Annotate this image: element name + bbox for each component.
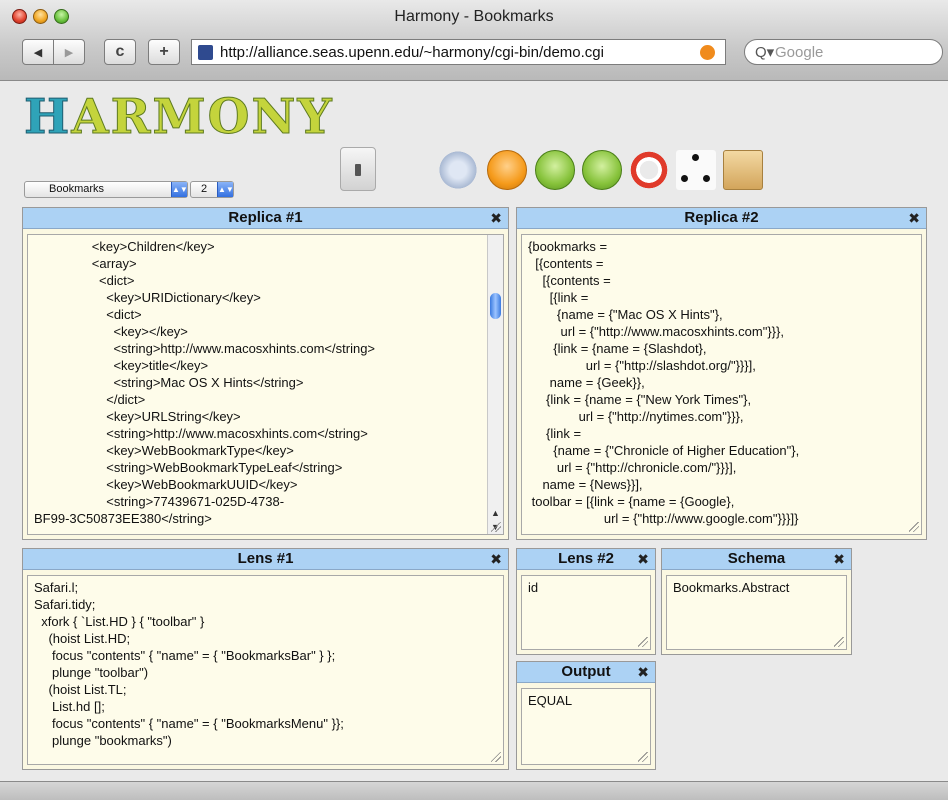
browser-window: Harmony - Bookmarks ◀ ▶ c + http://allia…: [0, 0, 948, 800]
pane-title: Schema: [727, 550, 786, 567]
replica-1-text: <key>Children</key> <array> <dict> <key>…: [34, 239, 376, 526]
close-pane-icon[interactable]: ✖: [637, 662, 649, 682]
resize-grip-icon[interactable]: [491, 522, 501, 532]
address-bar[interactable]: http://alliance.seas.upenn.edu/~harmony/…: [191, 39, 726, 65]
sync-arrow-icon[interactable]: [487, 150, 527, 190]
pane-header: Lens #2 ✖: [517, 549, 655, 570]
schema-text: Bookmarks.Abstract: [673, 580, 790, 595]
lens-1-text: Safari.l; Safari.tidy; xfork { `List.HD …: [34, 580, 344, 748]
pane-header: Replica #1 ✖: [23, 208, 508, 229]
window-title: Harmony - Bookmarks: [394, 8, 554, 25]
harmony-logo: HARMONY: [23, 89, 334, 146]
page-content: HARMONY Bookmarks ▲▼ 2 ▲▼ Replica #1 ✖ <…: [0, 81, 948, 781]
close-pane-icon[interactable]: ✖: [490, 208, 502, 228]
search-field[interactable]: Q▾ Google: [744, 39, 943, 65]
resize-grip-icon[interactable]: [638, 637, 648, 647]
tree-diagram-icon[interactable]: [676, 150, 716, 190]
forward-arrow-icon: ▶: [64, 46, 74, 59]
lens-2-text: id: [528, 580, 539, 595]
settings-gear-icon[interactable]: [438, 150, 478, 190]
site-favicon-icon: [198, 45, 213, 60]
pane-title: Output: [561, 663, 611, 680]
next-arrow-icon[interactable]: [582, 150, 622, 190]
help-lifebuoy-icon[interactable]: [629, 150, 669, 190]
previous-arrow-icon[interactable]: [535, 150, 575, 190]
lens-1-textarea[interactable]: Safari.l; Safari.tidy; xfork { `List.HD …: [27, 575, 504, 765]
pane-title: Lens #1: [237, 550, 294, 567]
vertical-scrollbar[interactable]: ▲ ▼: [487, 235, 503, 534]
close-pane-icon[interactable]: ✖: [490, 549, 502, 569]
output-text: EQUAL: [528, 693, 573, 708]
search-placeholder: Google: [775, 44, 824, 61]
select-stepper-icon: ▲▼: [217, 182, 234, 197]
replica-count-value: 2: [201, 183, 208, 195]
replica-1-pane: Replica #1 ✖ <key>Children</key> <array>…: [22, 207, 509, 540]
demo-select-value: Bookmarks: [49, 183, 105, 195]
pane-title: Replica #2: [684, 209, 759, 226]
replica-count-select[interactable]: 2 ▲▼: [190, 181, 234, 198]
back-button[interactable]: ◀: [22, 39, 54, 65]
reload-icon: c: [115, 43, 125, 60]
output-pane: Output ✖ EQUAL: [516, 661, 656, 770]
resize-grip-icon[interactable]: [834, 637, 844, 647]
switch-icon[interactable]: [340, 147, 376, 191]
pane-title: Lens #2: [558, 550, 614, 567]
archive-box-icon[interactable]: [723, 150, 763, 190]
plus-icon: +: [159, 43, 169, 60]
logo-initial: H: [23, 89, 72, 146]
scroll-up-icon[interactable]: ▲: [488, 506, 503, 520]
resize-grip-icon[interactable]: [638, 752, 648, 762]
forward-button[interactable]: ▶: [53, 39, 85, 65]
back-arrow-icon: ◀: [33, 46, 43, 59]
resize-grip-icon[interactable]: [909, 522, 919, 532]
address-text: http://alliance.seas.upenn.edu/~harmony/…: [220, 44, 604, 61]
schema-textarea[interactable]: Bookmarks.Abstract: [666, 575, 847, 650]
scroll-thumb[interactable]: [490, 293, 501, 319]
logo-text: ARMONY: [71, 89, 334, 146]
search-icon: Q▾: [755, 44, 775, 61]
status-bar: [0, 781, 948, 800]
title-bar: Harmony - Bookmarks ◀ ▶ c + http://allia…: [0, 0, 948, 81]
replica-2-textarea[interactable]: {bookmarks = [{contents = [{contents = […: [521, 234, 922, 535]
resize-grip-icon[interactable]: [491, 752, 501, 762]
replica-2-pane: Replica #2 ✖ {bookmarks = [{contents = […: [516, 207, 927, 540]
add-bookmark-button[interactable]: +: [148, 39, 180, 65]
lens-1-pane: Lens #1 ✖ Safari.l; Safari.tidy; xfork {…: [22, 548, 509, 770]
output-textarea[interactable]: EQUAL: [521, 688, 651, 765]
pane-header: Schema ✖: [662, 549, 851, 570]
pane-header: Output ✖: [517, 662, 655, 683]
go-icon[interactable]: [700, 45, 715, 60]
close-pane-icon[interactable]: ✖: [833, 549, 845, 569]
demo-select[interactable]: Bookmarks ▲▼: [24, 181, 188, 198]
close-pane-icon[interactable]: ✖: [908, 208, 920, 228]
pane-header: Replica #2 ✖: [517, 208, 926, 229]
select-stepper-icon: ▲▼: [171, 182, 188, 197]
replica-2-text: {bookmarks = [{contents = [{contents = […: [528, 239, 800, 526]
close-pane-icon[interactable]: ✖: [637, 549, 649, 569]
lens-2-textarea[interactable]: id: [521, 575, 651, 650]
pane-title: Replica #1: [228, 209, 303, 226]
lens-2-pane: Lens #2 ✖ id: [516, 548, 656, 655]
replica-1-textarea[interactable]: <key>Children</key> <array> <dict> <key>…: [27, 234, 504, 535]
pane-header: Lens #1 ✖: [23, 549, 508, 570]
reload-button[interactable]: c: [104, 39, 136, 65]
schema-pane: Schema ✖ Bookmarks.Abstract: [661, 548, 852, 655]
